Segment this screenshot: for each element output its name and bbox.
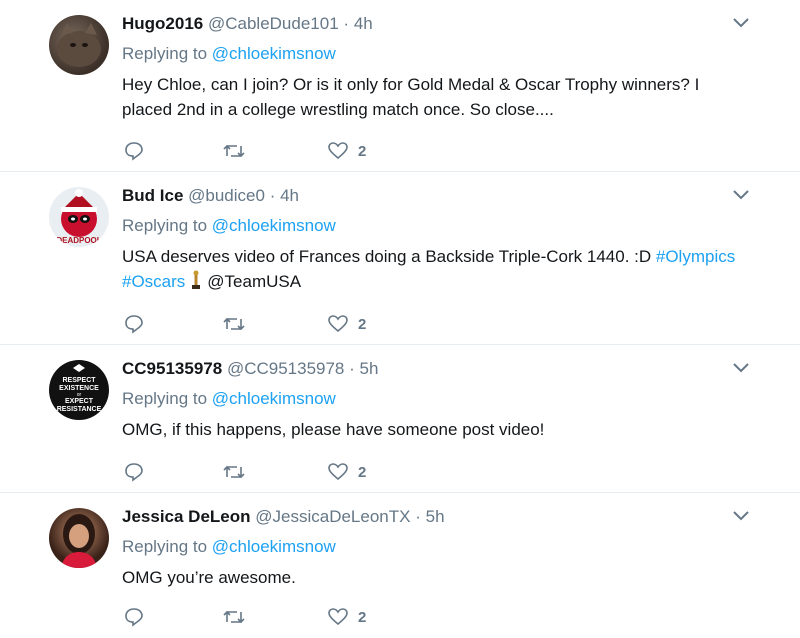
retweet-icon [223, 465, 245, 479]
avatar[interactable] [49, 15, 109, 75]
like-count: 2 [358, 463, 367, 481]
like-count: 2 [358, 142, 367, 160]
reply-icon [125, 608, 143, 627]
separator-dot: · [343, 14, 350, 33]
replying-prefix: Replying to [122, 216, 212, 235]
heart-icon [328, 315, 348, 333]
reply-button[interactable] [124, 312, 144, 336]
user-handle[interactable]: @budice0 [188, 186, 265, 205]
timestamp[interactable]: 5h [360, 359, 379, 378]
tweet-header: CC95135978 @CC95135978 · 5h [122, 357, 378, 381]
trophy-icon [191, 270, 201, 290]
display-name[interactable]: Bud Ice [122, 186, 183, 205]
reply-button[interactable] [124, 605, 144, 629]
hashtag-link[interactable]: #Olympics [656, 247, 735, 266]
tweet-actions: 2 [122, 460, 422, 484]
avatar-line: RESISTANCE [57, 406, 102, 413]
retweet-icon [223, 610, 245, 624]
tweet-actions: 2 [122, 312, 422, 336]
tweet-header: Bud Ice @budice0 · 4h [122, 184, 299, 208]
reply-mention-link[interactable]: @chloekimsnow [212, 216, 336, 235]
display-name[interactable]: Hugo2016 [122, 14, 203, 33]
avatar[interactable] [49, 508, 109, 568]
tweet-text: OMG, if this happens, please have someon… [122, 420, 545, 439]
timestamp[interactable]: 4h [280, 186, 299, 205]
avatar[interactable]: DEADPOOL [49, 187, 109, 247]
respect-existence-avatar-icon: RESPECT EXISTENCE or EXPECT RESISTANCE [57, 364, 102, 413]
display-name[interactable]: CC95135978 [122, 359, 222, 378]
retweet-button[interactable] [222, 605, 246, 629]
tweet-text: USA deserves video of Frances doing a Ba… [122, 244, 742, 294]
tweet[interactable]: Hugo2016 @CableDude101 · 4h Replying to … [0, 0, 800, 172]
reply-mention-link[interactable]: @chloekimsnow [212, 537, 336, 556]
cat-photo-icon [57, 23, 101, 67]
chevron-down-icon[interactable] [732, 510, 750, 522]
like-button[interactable]: 2 [328, 139, 366, 163]
replying-to: Replying to @chloekimsnow [122, 535, 336, 559]
replying-to: Replying to @chloekimsnow [122, 42, 336, 66]
replying-prefix: Replying to [122, 44, 212, 63]
retweet-button[interactable] [222, 312, 246, 336]
heart-icon [328, 142, 348, 160]
retweet-button[interactable] [222, 139, 246, 163]
separator-dot: · [349, 359, 355, 378]
like-button[interactable]: 2 [328, 460, 366, 484]
retweet-icon [223, 144, 245, 158]
avatar-line: EXPECT [65, 398, 94, 405]
reply-icon [125, 315, 143, 334]
user-handle[interactable]: @JessicaDeLeonTX [255, 507, 410, 526]
tweet[interactable]: DEADPOOL Bud Ice @budice0 · 4h Replying … [0, 172, 800, 345]
tweet[interactable]: Jessica DeLeon @JessicaDeLeonTX · 5h Rep… [0, 493, 800, 638]
display-name[interactable]: Jessica DeLeon [122, 507, 251, 526]
chevron-down-icon[interactable] [732, 17, 750, 29]
tweet-text: Hey Chloe, can I join? Or is it only for… [122, 75, 700, 119]
separator-dot: · [269, 186, 276, 205]
deadpool-avatar-icon: DEADPOOL [56, 189, 102, 245]
heart-icon [328, 463, 348, 481]
retweet-icon [223, 317, 245, 331]
retweet-button[interactable] [222, 460, 246, 484]
tweet-text-body: USA deserves video of Frances doing a Ba… [122, 247, 656, 266]
like-count: 2 [358, 315, 367, 333]
timestamp[interactable]: 4h [354, 14, 373, 33]
tweet-actions: 2 [122, 139, 422, 163]
separator-dot: · [415, 507, 421, 526]
hashtag-link[interactable]: #Oscars [122, 272, 185, 291]
tweet[interactable]: RESPECT EXISTENCE or EXPECT RESISTANCE C… [0, 345, 800, 493]
like-count: 2 [358, 608, 367, 626]
replying-to: Replying to @chloekimsnow [122, 387, 336, 411]
mention-link[interactable]: @TeamUSA [207, 272, 301, 291]
like-button[interactable]: 2 [328, 312, 366, 336]
chevron-down-icon[interactable] [732, 362, 750, 374]
reply-mention-link[interactable]: @chloekimsnow [212, 389, 336, 408]
timestamp[interactable]: 5h [426, 507, 445, 526]
avatar[interactable]: RESPECT EXISTENCE or EXPECT RESISTANCE [49, 360, 109, 420]
tweet-header: Jessica DeLeon @JessicaDeLeonTX · 5h [122, 505, 445, 529]
reply-icon [125, 463, 143, 482]
like-button[interactable]: 2 [328, 605, 366, 629]
replying-prefix: Replying to [122, 537, 212, 556]
reply-mention-link[interactable]: @chloekimsnow [212, 44, 336, 63]
avatar-line: RESPECT [62, 377, 96, 384]
user-handle[interactable]: @CableDude101 [208, 14, 339, 33]
avatar-line: EXISTENCE [59, 385, 99, 392]
replying-to: Replying to @chloekimsnow [122, 214, 336, 238]
tweet-actions: 2 [122, 605, 422, 629]
tweet-header: Hugo2016 @CableDude101 · 4h [122, 12, 373, 36]
chevron-down-icon[interactable] [732, 189, 750, 201]
user-handle[interactable]: @CC95135978 [227, 359, 344, 378]
profile-photo-icon [61, 514, 97, 568]
tweet-text: OMG you’re awesome. [122, 568, 296, 587]
replying-prefix: Replying to [122, 389, 212, 408]
reply-button[interactable] [124, 460, 144, 484]
reply-icon [125, 142, 143, 161]
reply-button[interactable] [124, 139, 144, 163]
heart-icon [328, 608, 348, 626]
avatar-caption: DEADPOOL [56, 236, 101, 245]
